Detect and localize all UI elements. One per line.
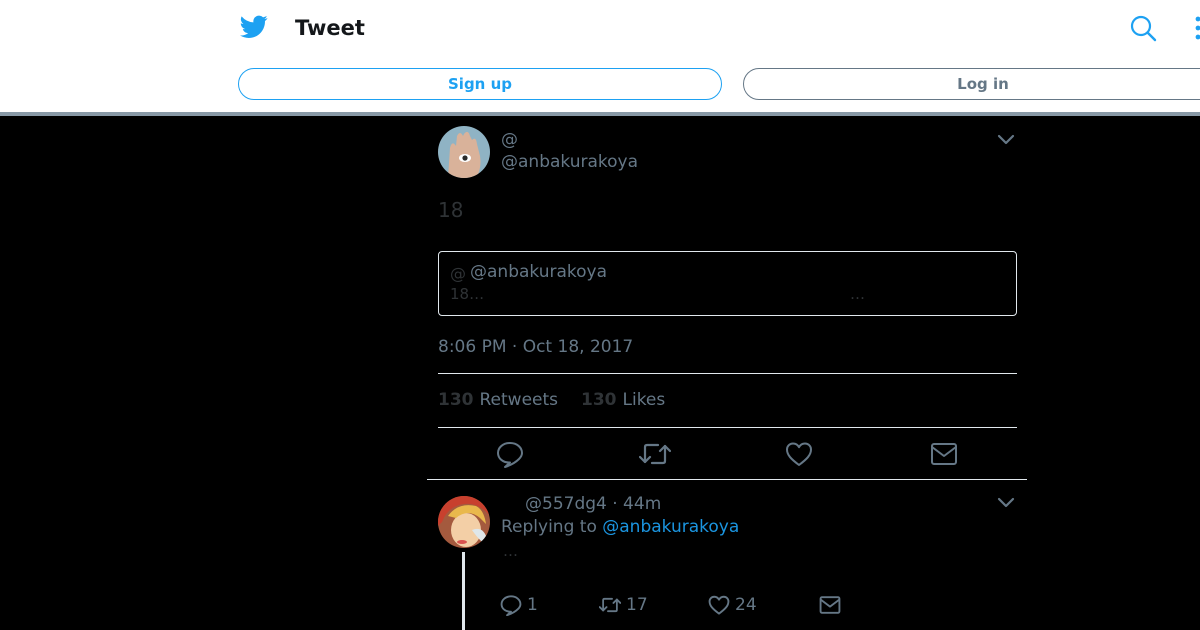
chevron-down-icon[interactable] <box>996 133 1016 147</box>
retweet-icon[interactable] <box>639 440 671 468</box>
reply-like-button[interactable]: 24 <box>708 594 757 616</box>
likes-label: Likes <box>622 390 666 410</box>
reply-username-time[interactable]: @557dg4 · 44m <box>525 494 661 514</box>
avatar-image <box>438 126 490 178</box>
header-divider <box>0 112 1200 116</box>
reply-reply-button[interactable]: 1 <box>500 594 538 616</box>
reply-icon <box>500 595 522 616</box>
twitter-bird-icon[interactable] <box>240 14 268 40</box>
more-menu-icon[interactable] <box>1190 14 1200 42</box>
reply-text: … <box>503 542 518 560</box>
reply-mail-button[interactable] <box>819 594 846 616</box>
reply-avatar-image <box>438 496 490 548</box>
retweets-label: Retweets <box>479 390 559 410</box>
thread-line <box>462 552 465 630</box>
divider <box>427 479 1027 480</box>
page-title: Tweet <box>295 16 365 40</box>
mail-icon <box>819 596 841 614</box>
like-count: 24 <box>735 595 757 615</box>
heart-icon[interactable] <box>785 440 813 468</box>
reply-retweet-button[interactable]: 17 <box>599 594 648 616</box>
quoted-trailing-text: … <box>850 285 865 303</box>
reply-icon[interactable] <box>496 440 524 468</box>
divider <box>438 373 1017 374</box>
replying-prefix: Replying to <box>501 517 597 537</box>
divider <box>438 427 1017 428</box>
signup-button[interactable]: Sign up <box>238 68 722 100</box>
reply-avatar[interactable] <box>438 496 490 548</box>
display-name[interactable]: @ <box>501 130 518 150</box>
replying-to: Replying to @anbakurakoya <box>501 517 739 537</box>
reply-count: 1 <box>527 595 538 615</box>
search-icon[interactable] <box>1129 14 1157 42</box>
retweets-stat[interactable]: 130 Retweets <box>438 390 558 410</box>
avatar[interactable] <box>438 126 490 178</box>
tweet-text: 18 <box>438 198 464 222</box>
username[interactable]: @anbakurakoya <box>501 152 638 172</box>
quoted-display-name: @ <box>450 264 466 283</box>
quoted-text: 18… <box>450 285 485 303</box>
login-button[interactable]: Log in <box>743 68 1200 100</box>
tweet-timestamp[interactable]: 8:06 PM · Oct 18, 2017 <box>438 337 633 357</box>
likes-count: 130 <box>581 390 617 410</box>
retweets-count: 130 <box>438 390 474 410</box>
heart-icon <box>708 595 730 615</box>
replying-to-link[interactable]: @anbakurakoya <box>602 517 739 537</box>
chevron-down-icon[interactable] <box>996 496 1016 510</box>
quoted-tweet[interactable]: @ @anbakurakoya 18… … <box>438 251 1017 316</box>
quoted-username: @anbakurakoya <box>470 262 608 282</box>
mail-icon[interactable] <box>930 440 958 468</box>
top-bar: Tweet Sign up Log in <box>0 0 1200 112</box>
retweet-count: 17 <box>626 595 648 615</box>
likes-stat[interactable]: 130 Likes <box>581 390 665 410</box>
retweet-icon <box>599 597 621 613</box>
